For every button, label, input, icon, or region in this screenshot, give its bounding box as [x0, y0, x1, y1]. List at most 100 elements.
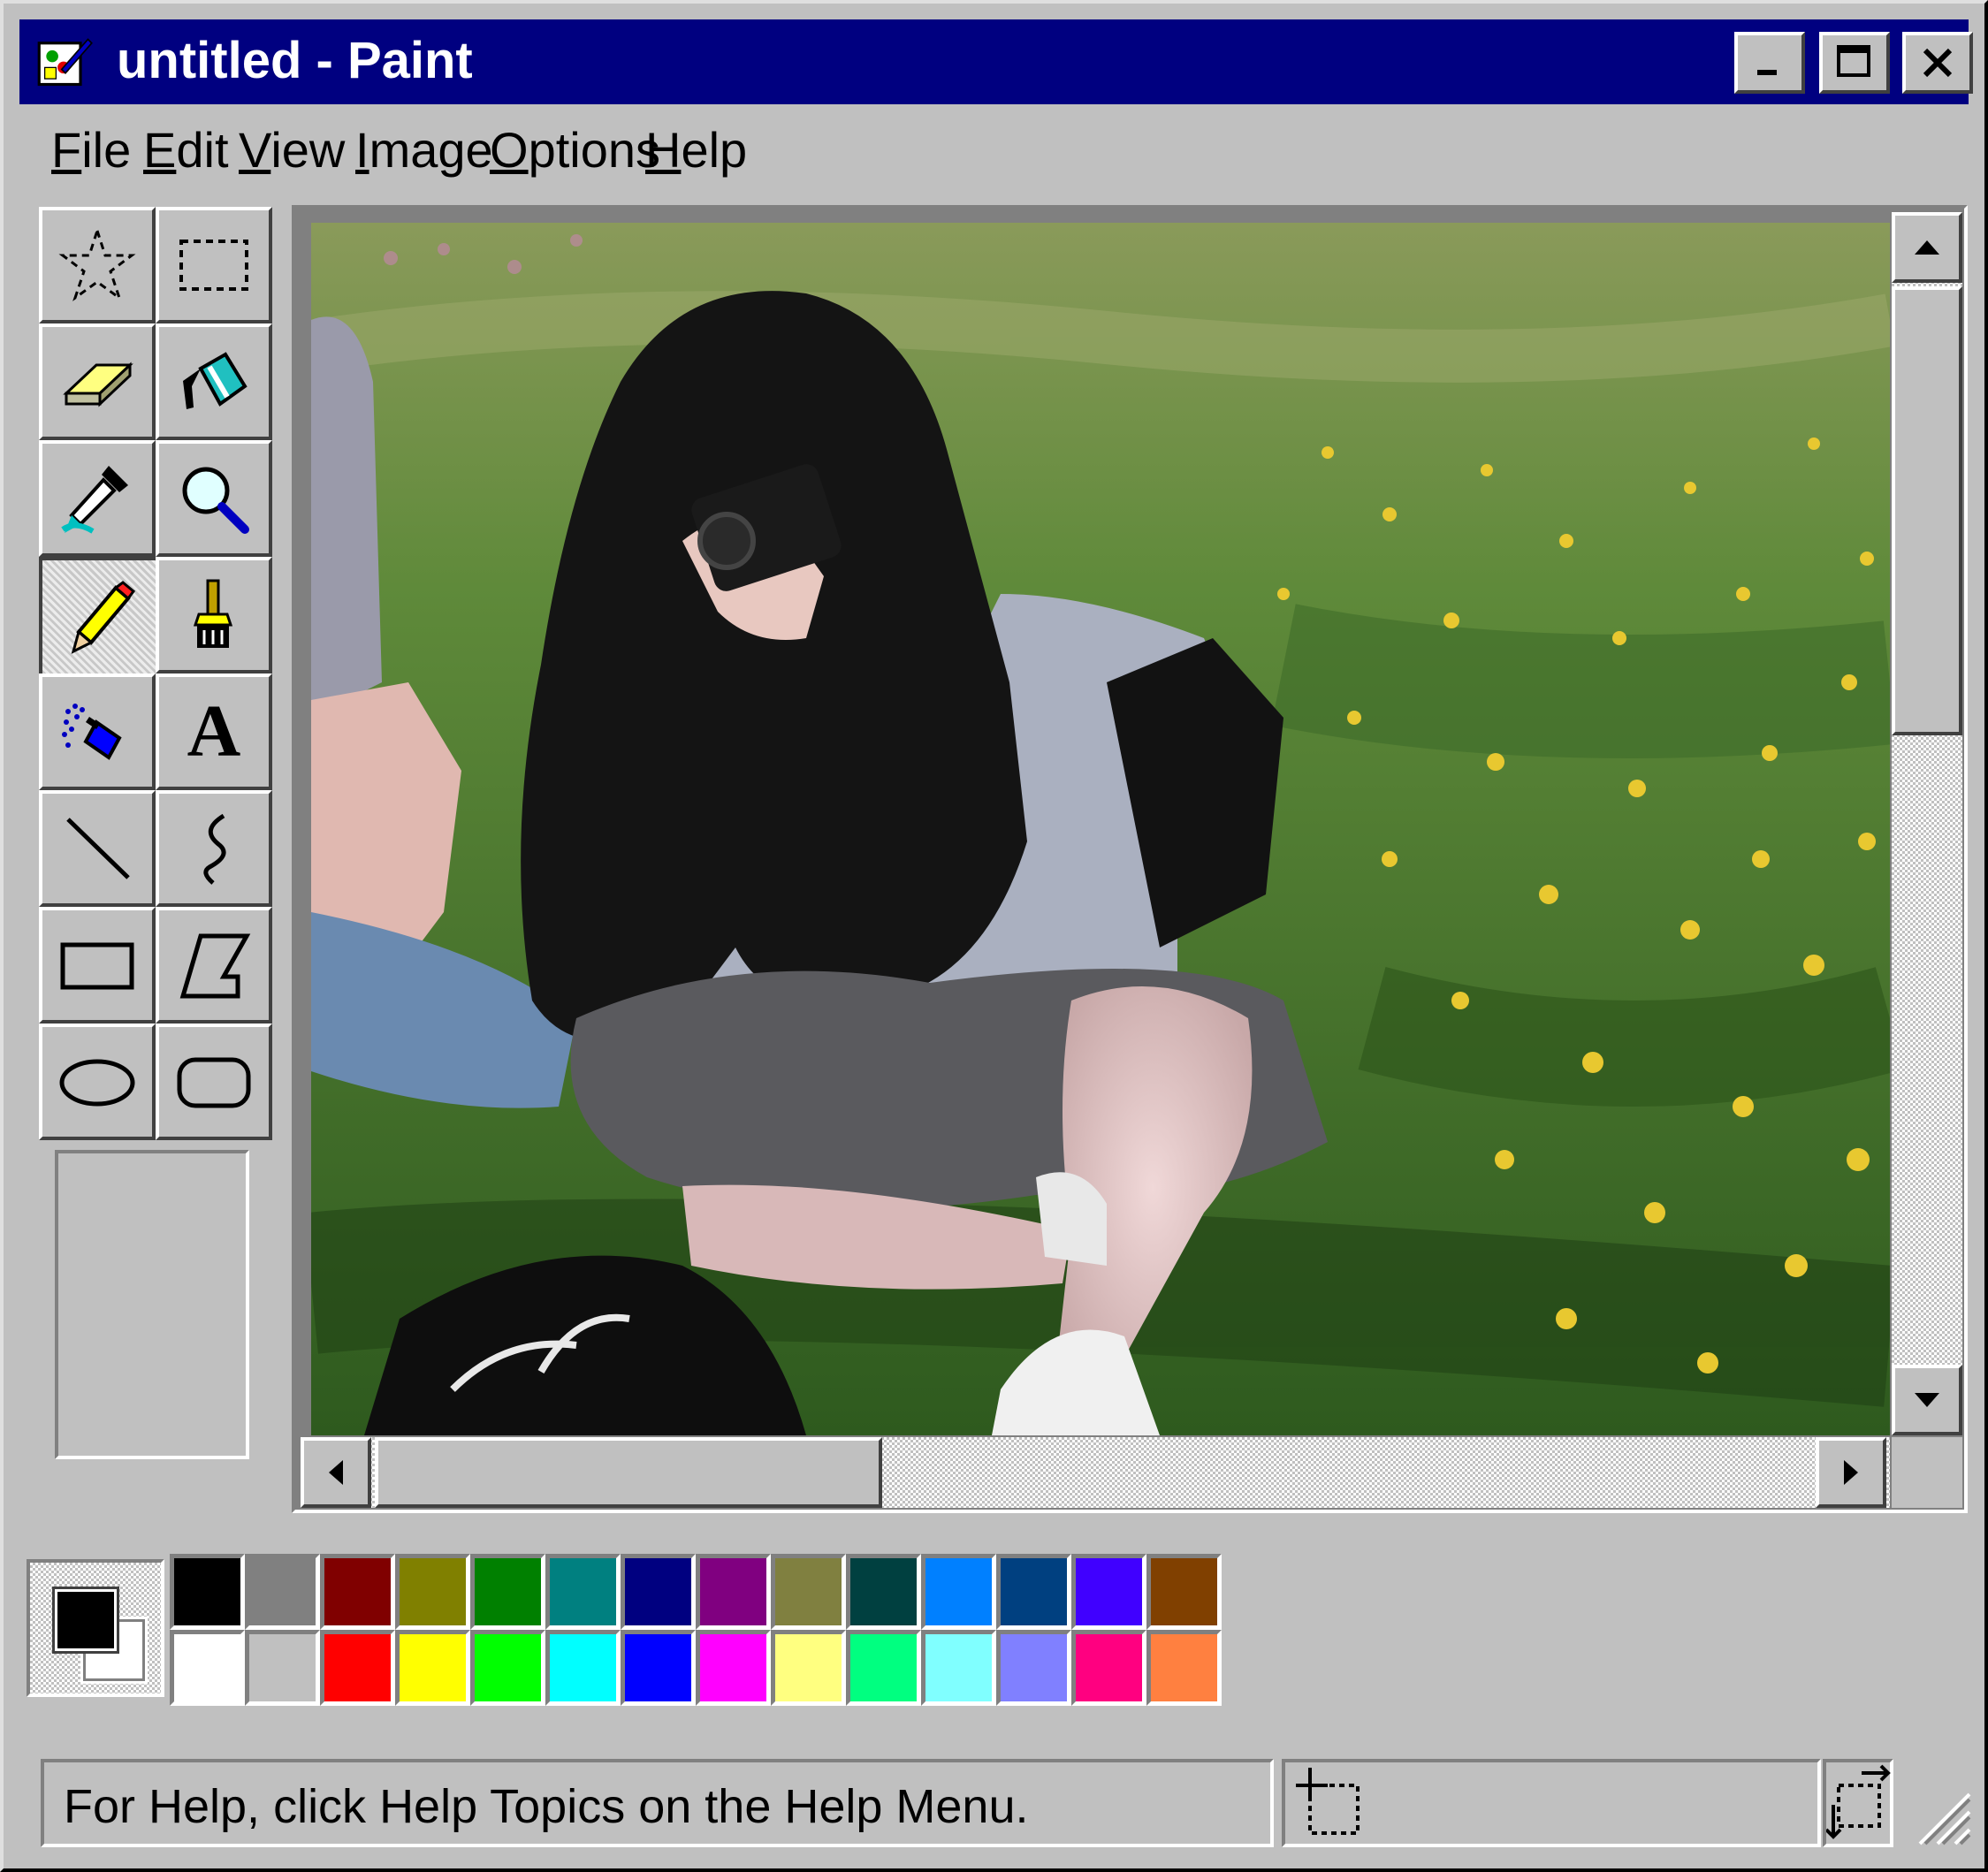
color-swatch[interactable]	[170, 1630, 245, 1706]
arrow-up-icon	[1915, 240, 1939, 255]
rect-select-icon	[179, 240, 248, 291]
color-swatch[interactable]	[1146, 1554, 1222, 1630]
color-swatch[interactable]	[696, 1554, 771, 1630]
arrow-down-icon	[1915, 1393, 1939, 1407]
menu-file[interactable]: File	[51, 122, 131, 179]
current-colors[interactable]	[27, 1559, 164, 1697]
scroll-up-button[interactable]	[1892, 212, 1962, 283]
color-swatch[interactable]	[1146, 1630, 1222, 1706]
photo-girl-with-camera	[311, 223, 1890, 1435]
color-swatch[interactable]	[470, 1630, 545, 1706]
color-swatch[interactable]	[771, 1630, 846, 1706]
menu-edit[interactable]: Edit	[143, 122, 229, 179]
color-swatch[interactable]	[921, 1630, 996, 1706]
color-swatch[interactable]	[545, 1554, 621, 1630]
airbrush-icon	[62, 704, 122, 760]
color-swatch[interactable]	[1071, 1554, 1146, 1630]
paint-app-icon	[37, 38, 93, 87]
menu-bar: File Edit View Image Options Help	[19, 115, 1969, 191]
polygon-icon	[179, 933, 251, 999]
line-tool[interactable]	[39, 790, 156, 907]
arrow-right-icon	[1844, 1460, 1858, 1485]
color-swatch[interactable]	[170, 1554, 245, 1630]
line-icon	[66, 818, 130, 879]
vertical-scrollbar[interactable]	[1892, 212, 1962, 1435]
foreground-color-swatch[interactable]	[52, 1587, 119, 1654]
airbrush-tool[interactable]	[39, 673, 156, 790]
color-swatch[interactable]	[621, 1554, 696, 1630]
menu-view[interactable]: View	[239, 122, 345, 179]
status-bar: For Help, click Help Topics on the Help …	[19, 1741, 1971, 1861]
vertical-scroll-thumb[interactable]	[1892, 286, 1962, 735]
eraser-tool[interactable]	[39, 323, 156, 440]
rectangle-tool[interactable]	[39, 907, 156, 1024]
palette-swatches	[170, 1554, 1222, 1706]
polygon-tool[interactable]	[156, 907, 272, 1024]
rounded-rectangle-tool[interactable]	[156, 1024, 272, 1140]
menu-help[interactable]: Help	[645, 122, 747, 179]
title-bar[interactable]: untitled - Paint	[19, 19, 1973, 104]
status-selection-size	[1823, 1759, 1893, 1847]
paint-window: untitled - Paint File Edit View Image Op…	[0, 0, 1988, 1872]
eraser-icon	[63, 361, 133, 407]
rounded-rectangle-icon	[177, 1057, 251, 1108]
color-swatch[interactable]	[1071, 1630, 1146, 1706]
scroll-right-button[interactable]	[1816, 1437, 1886, 1508]
color-swatch[interactable]	[846, 1630, 921, 1706]
text-tool[interactable]: A	[156, 673, 272, 790]
pencil-tool[interactable]	[39, 557, 163, 681]
menu-image[interactable]: Image	[355, 122, 493, 179]
color-swatch[interactable]	[245, 1630, 320, 1706]
color-swatch[interactable]	[545, 1630, 621, 1706]
color-swatch[interactable]	[395, 1630, 470, 1706]
color-swatch[interactable]	[921, 1554, 996, 1630]
tool-options-box[interactable]	[55, 1150, 249, 1459]
select-tool[interactable]	[156, 207, 272, 323]
fill-with-color-tool[interactable]	[156, 323, 272, 440]
color-swatch[interactable]	[245, 1554, 320, 1630]
color-swatch[interactable]	[996, 1554, 1071, 1630]
tool-box: A	[19, 200, 285, 1517]
rectangle-icon	[60, 942, 134, 990]
text-tool-icon: A	[187, 690, 241, 772]
color-swatch[interactable]	[621, 1630, 696, 1706]
resize-grip-icon[interactable]	[1902, 1777, 1973, 1847]
color-swatch[interactable]	[846, 1554, 921, 1630]
pencil-icon	[71, 581, 136, 654]
status-help-text: For Help, click Help Topics on the Help …	[41, 1759, 1274, 1847]
color-swatch[interactable]	[470, 1554, 545, 1630]
scroll-left-button[interactable]	[301, 1437, 371, 1508]
horizontal-scroll-thumb[interactable]	[375, 1437, 882, 1508]
star-select-icon	[58, 226, 136, 301]
color-swatch[interactable]	[320, 1554, 395, 1630]
magnifier-icon	[182, 467, 249, 534]
selection-position-icon	[1296, 1768, 1360, 1835]
maximize-button[interactable]	[1819, 32, 1890, 94]
color-swatch[interactable]	[696, 1630, 771, 1706]
minimize-icon	[1757, 70, 1777, 75]
brush-tool[interactable]	[156, 557, 272, 673]
close-icon	[1923, 48, 1953, 78]
scroll-down-button[interactable]	[1892, 1365, 1962, 1435]
canvas-image[interactable]	[311, 223, 1890, 1435]
free-form-select-tool[interactable]	[39, 207, 156, 323]
color-swatch[interactable]	[771, 1554, 846, 1630]
minimize-button[interactable]	[1734, 32, 1805, 94]
curve-tool[interactable]	[156, 790, 272, 907]
scroll-corner	[1892, 1437, 1962, 1508]
arrow-left-icon	[329, 1460, 343, 1485]
tools-grid: A	[39, 207, 290, 1140]
maximize-icon	[1837, 45, 1870, 77]
pick-color-tool[interactable]	[39, 440, 156, 557]
menu-options[interactable]: Options	[490, 122, 660, 179]
color-swatch[interactable]	[320, 1630, 395, 1706]
curve-icon	[203, 813, 226, 885]
selection-size-icon	[1826, 1764, 1891, 1839]
close-button[interactable]	[1902, 32, 1973, 94]
color-swatch[interactable]	[996, 1630, 1071, 1706]
horizontal-scrollbar[interactable]	[301, 1437, 1890, 1508]
color-box	[19, 1520, 1969, 1731]
ellipse-tool[interactable]	[39, 1024, 156, 1140]
color-swatch[interactable]	[395, 1554, 470, 1630]
magnifier-tool[interactable]	[156, 440, 272, 557]
